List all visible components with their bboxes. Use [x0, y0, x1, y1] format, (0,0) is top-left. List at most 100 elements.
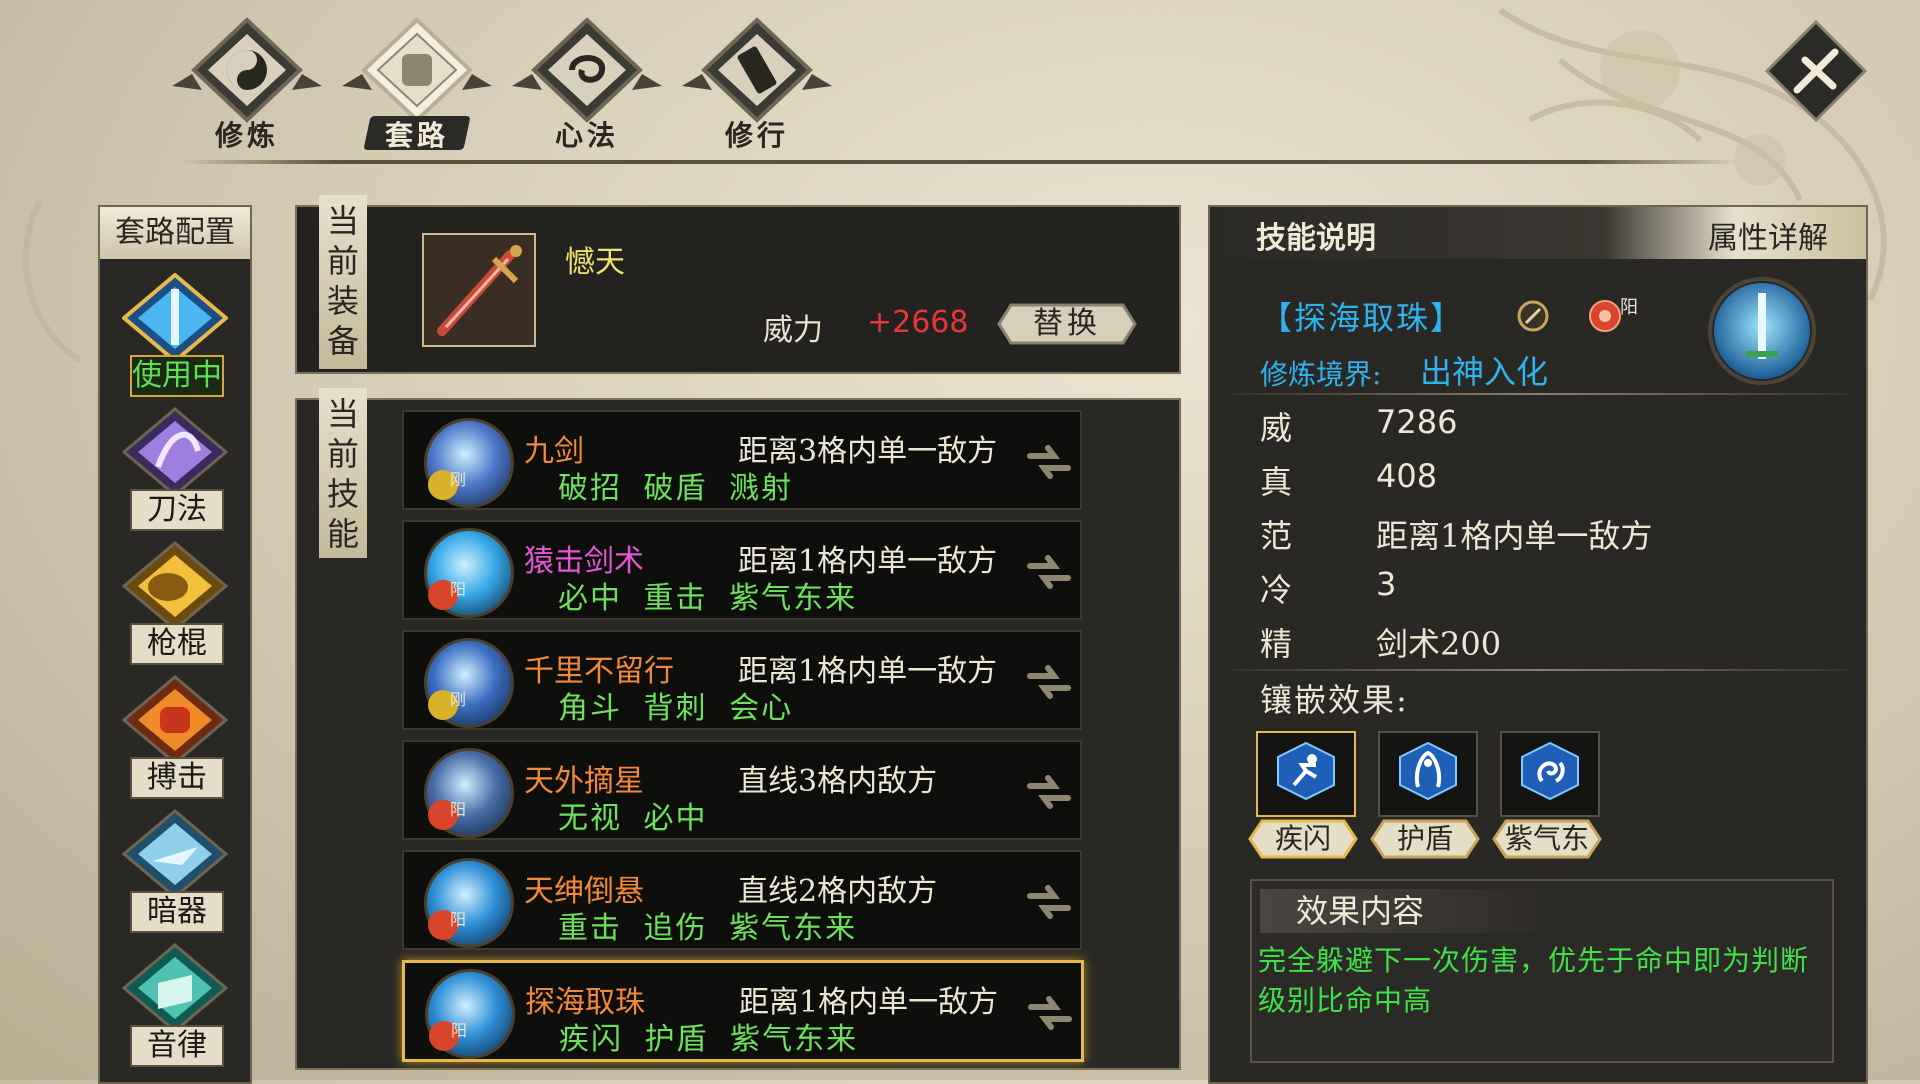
sidebar-item-music[interactable]: 音律	[100, 939, 250, 1073]
skill-type-badge-text: 阳	[450, 580, 467, 599]
stat-cooldown: 冷3	[1260, 565, 1396, 611]
fist-emblem-icon	[342, 17, 492, 123]
yang-badge-text: 阳	[1620, 297, 1638, 318]
skill-tags: 必中 重击 紫气东来	[558, 581, 858, 616]
tab-label: 心法	[554, 119, 619, 152]
skill-big-icon	[1708, 277, 1816, 385]
skill-tags: 无视 必中	[558, 801, 708, 836]
skill-row[interactable]: 阳探海取珠 距离1格内单一敌方 疾闪 护盾 紫气东来	[402, 960, 1084, 1062]
inlay-slot-purple-aura[interactable]	[1500, 731, 1600, 817]
replace-button[interactable]: 替换	[997, 303, 1137, 345]
weapon-name: 憾天	[565, 245, 625, 280]
tab-label: 修炼	[214, 119, 279, 152]
tab-routine[interactable]: 套路	[342, 14, 492, 152]
sidebar-item-hidden-weapon[interactable]: 暗器	[100, 805, 250, 939]
current-equipment-panel: 当前装备 憾天 威力 +2668 替换	[295, 195, 1181, 374]
skill-type-badge-text: 阳	[450, 910, 467, 929]
inlay-tag-dash: 疾闪	[1248, 819, 1358, 859]
skill-row[interactable]: 刚千里不留行 距离1格内单一敌方 角斗 背刺 会心	[402, 630, 1082, 730]
sidebar-title: 套路配置	[100, 207, 250, 259]
routine-config-sidebar: 套路配置 使用中 刀法 枪棍 搏击 暗器 音律	[98, 205, 252, 1084]
close-button[interactable]	[1764, 19, 1868, 123]
skill-tags: 角斗 背刺 会心	[558, 691, 794, 726]
skill-row[interactable]: 阳天外摘星 直线3格内敌方 无视 必中	[402, 740, 1082, 840]
yin-yang-icon	[172, 17, 322, 123]
stat-value: 剑术200	[1376, 625, 1502, 663]
shield-icon	[1399, 741, 1457, 801]
skill-range: 直线3格内敌方	[738, 764, 938, 799]
power-value: +2668	[867, 305, 969, 340]
swap-icon[interactable]	[1024, 442, 1074, 482]
tab-mind-method[interactable]: 心法	[512, 14, 662, 152]
skill-name: 【探海取珠】	[1260, 299, 1465, 337]
skill-type-badge-text: 阳	[451, 1021, 468, 1040]
stat-label: 真	[1260, 463, 1293, 501]
power-label: 威力	[763, 313, 823, 348]
swap-icon[interactable]	[1024, 662, 1074, 702]
inlay-tag-shield: 护盾	[1370, 819, 1480, 859]
swirl-icon	[512, 17, 662, 123]
stat-label: 精	[1260, 625, 1293, 663]
skills-title: 当前技能	[319, 388, 367, 558]
stat-essence: 精 剑术200	[1260, 619, 1501, 665]
sidebar-item-label: 搏击	[130, 757, 224, 799]
current-skills-panel: 当前技能 刚九剑 距离3格内单一敌方 破招 破盾 溅射阳猿击剑术 距离1格内单一敌方必…	[295, 388, 1181, 1070]
swap-icon[interactable]	[1024, 552, 1074, 592]
close-icon	[1764, 19, 1868, 123]
effect-text: 完全躲避下一次伤害，优先于命中即为判断级别比命中高	[1258, 944, 1810, 1017]
divider	[1230, 669, 1850, 671]
inlay-tag-label: 护盾	[1396, 822, 1453, 855]
sidebar-item-label: 枪棍	[130, 623, 224, 665]
purple-aura-icon	[1521, 741, 1579, 801]
sword-icon	[1714, 283, 1810, 379]
header-divider	[180, 160, 1740, 164]
skill-row[interactable]: 阳猿击剑术 距离1格内单一敌方 必中 重击 紫气东来	[402, 520, 1082, 620]
scroll-icon	[682, 17, 832, 123]
skill-type-badge-text: 刚	[450, 470, 467, 489]
tab-attribute-details[interactable]: 属性详解	[1708, 213, 1828, 257]
tab-training[interactable]: 修炼	[172, 14, 322, 152]
skill-tags: 疾闪 护盾 紫气东来	[559, 1022, 859, 1057]
stat-label: 冷	[1260, 571, 1293, 609]
tab-skill-description[interactable]: 技能说明	[1256, 213, 1376, 257]
skill-tags: 破招 破盾 溅射	[558, 471, 794, 506]
inlay-tag-label: 疾闪	[1274, 822, 1331, 855]
stat-value: 3	[1376, 565, 1397, 603]
inlay-slot-shield[interactable]	[1378, 731, 1478, 817]
fist-icon	[122, 675, 228, 765]
skill-row[interactable]: 阳天绅倒悬 直线2格内敌方 重击 追伤 紫气东来	[402, 850, 1082, 950]
inlay-slot-dash[interactable]	[1256, 731, 1356, 817]
sidebar-item-label: 暗器	[130, 891, 224, 933]
stat-value: 距离1格内单一敌方	[1376, 517, 1653, 555]
tab-label: 修行	[724, 119, 789, 152]
stat-label: 范	[1260, 517, 1293, 555]
yang-badge-icon	[1589, 300, 1621, 332]
replace-button-label: 替换	[1033, 306, 1101, 341]
compass-icon	[1517, 300, 1549, 332]
inlay-label: 镶嵌效果:	[1260, 681, 1409, 719]
stat-label: 威	[1260, 409, 1293, 447]
stat-value: 408	[1376, 457, 1438, 495]
sidebar-item-label: 音律	[130, 1025, 224, 1067]
effect-box: 效果内容 完全躲避下一次伤害，优先于命中即为判断级别比命中高	[1250, 879, 1834, 1063]
sidebar-item-in-use[interactable]: 使用中	[100, 269, 250, 403]
spear-icon	[122, 541, 228, 631]
tab-practice[interactable]: 修行	[682, 14, 832, 152]
skill-row[interactable]: 刚九剑 距离3格内单一敌方 破招 破盾 溅射	[402, 410, 1082, 510]
sidebar-item-label: 使用中	[130, 355, 224, 397]
weapon-icon[interactable]	[422, 233, 536, 347]
stat-power: 威 7286	[1260, 403, 1457, 449]
realm-label: 修炼境界:	[1260, 358, 1382, 391]
swap-icon[interactable]	[1024, 772, 1074, 812]
sidebar-item-spear[interactable]: 枪棍	[100, 537, 250, 671]
equipment-title: 当前装备	[319, 195, 367, 369]
sidebar-item-label: 刀法	[130, 489, 224, 531]
swap-icon[interactable]	[1025, 993, 1075, 1033]
sidebar-item-boxing[interactable]: 搏击	[100, 671, 250, 805]
hidden-weapon-icon	[122, 809, 228, 899]
dash-icon	[1277, 741, 1335, 801]
effect-title: 效果内容	[1260, 889, 1560, 933]
skill-type-badge-text: 刚	[450, 690, 467, 709]
sidebar-item-blade[interactable]: 刀法	[100, 403, 250, 537]
swap-icon[interactable]	[1024, 882, 1074, 922]
